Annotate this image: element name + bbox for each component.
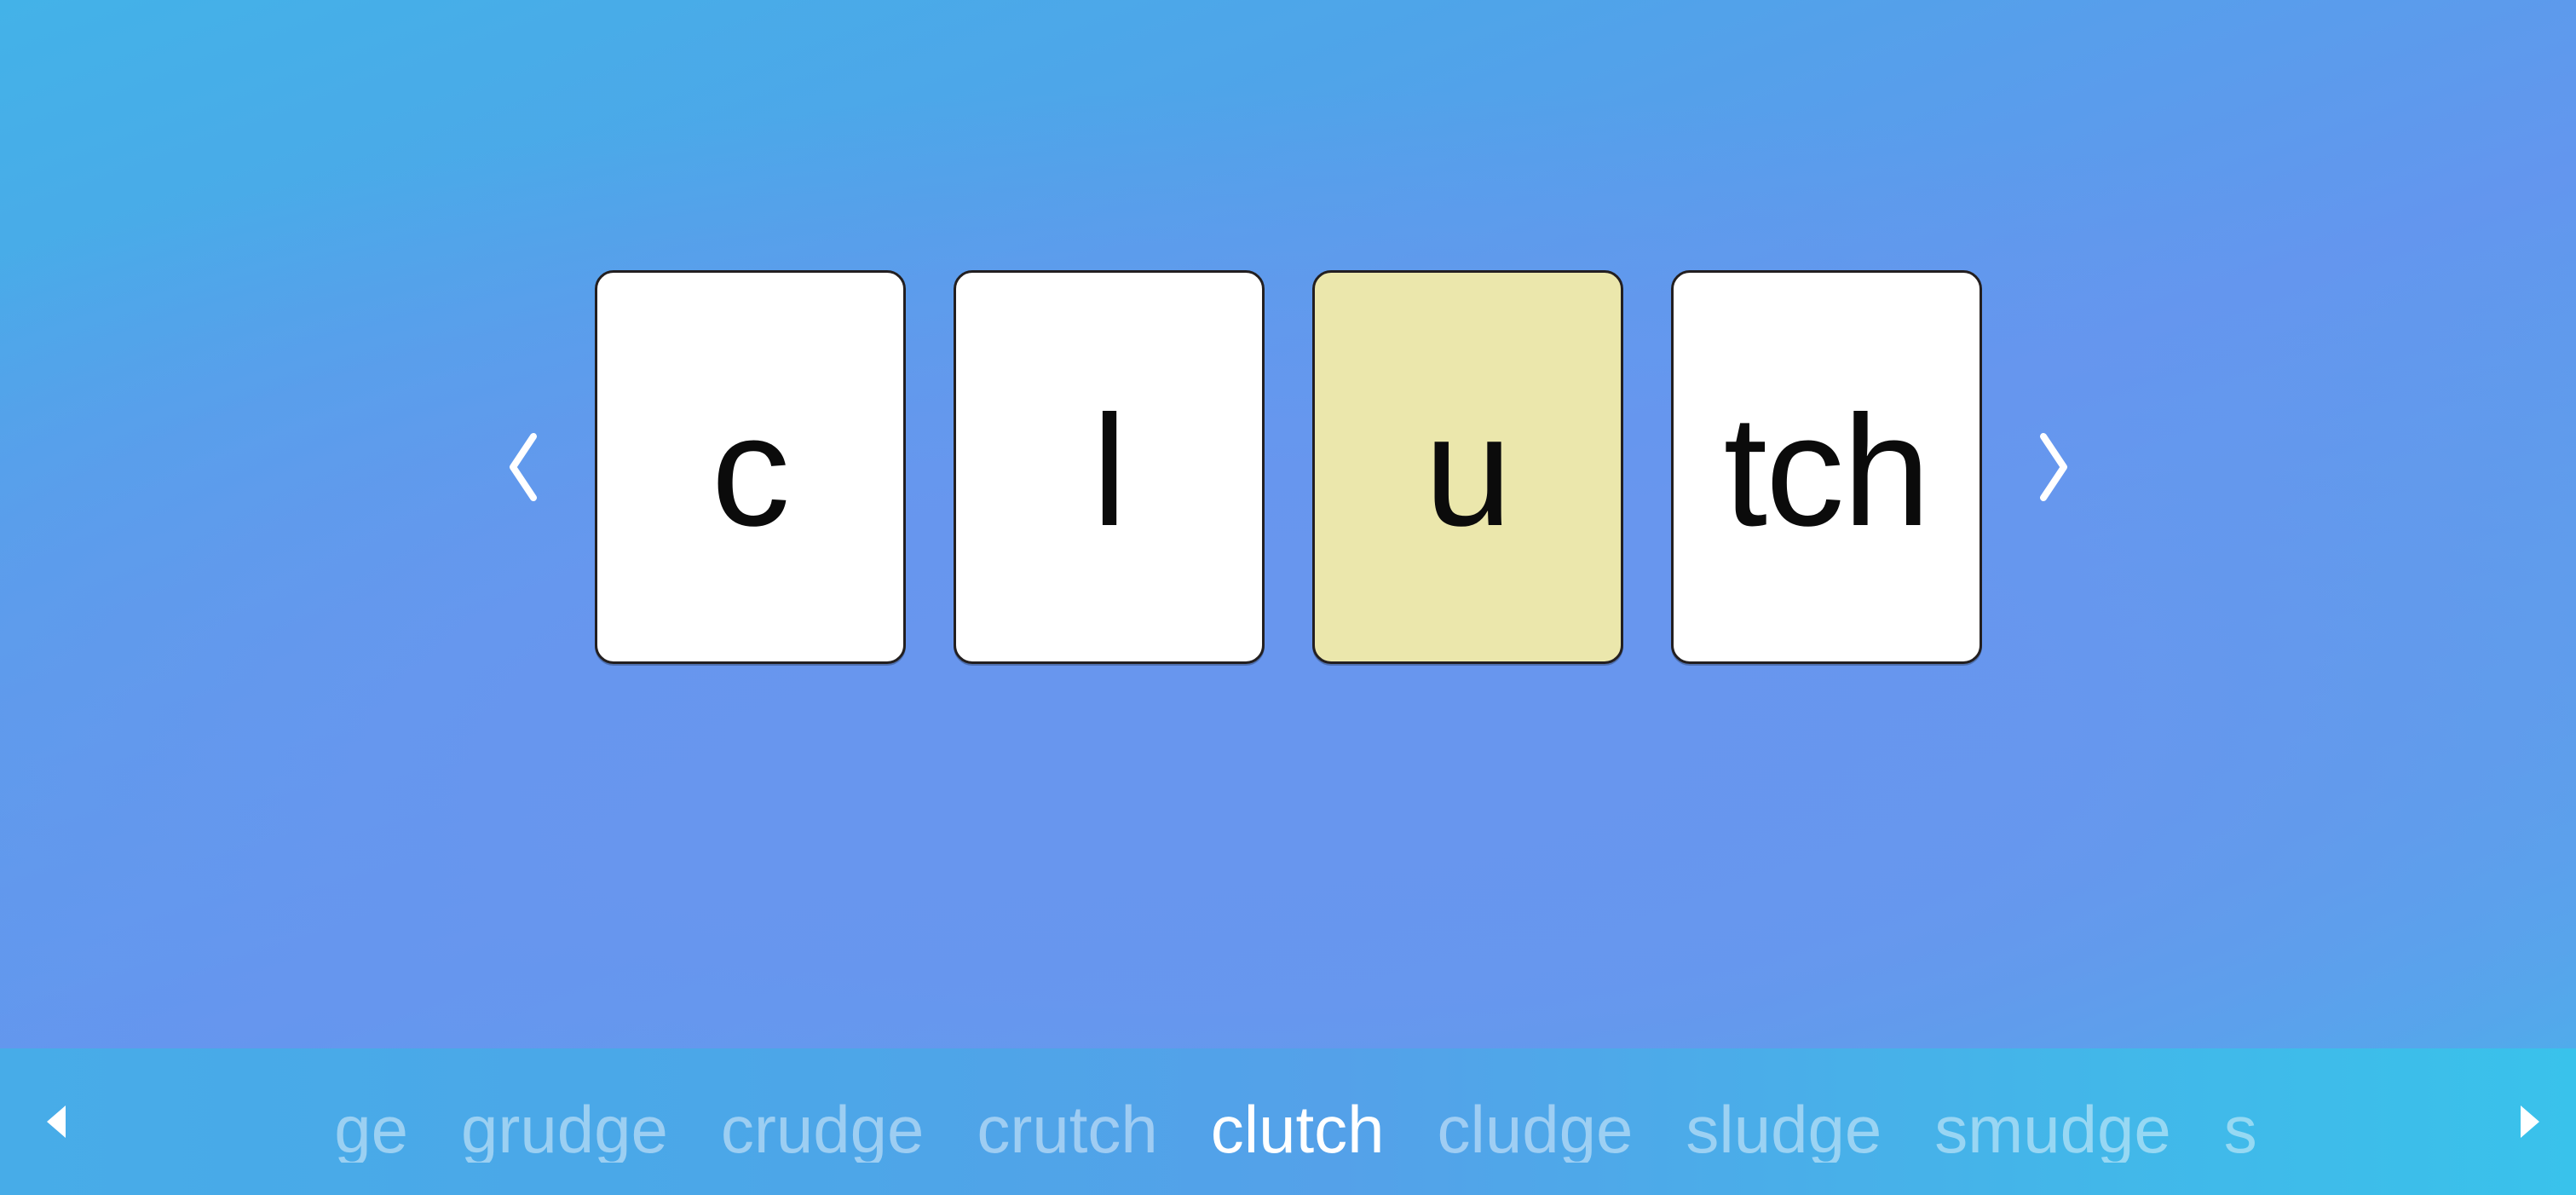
triangle-left-glyph (47, 1106, 66, 1138)
word-list-track: ge grudge crudge crutch clutch cludge sludge sm… (87, 1096, 2499, 1163)
letter-tile[interactable]: c (594, 270, 906, 664)
word-item[interactable]: grudge (461, 1096, 668, 1163)
triangle-right-glyph (2521, 1106, 2539, 1138)
word-item[interactable]: ge (334, 1096, 408, 1163)
letter-tile-stage: c l u tch (0, 270, 2576, 664)
letter-tile[interactable]: tch (1670, 270, 1982, 664)
word-list-ribbon: ge grudge crudge crutch clutch cludge sludge sm… (0, 1048, 2576, 1195)
word-item[interactable]: crudge (721, 1096, 925, 1163)
word-item[interactable]: s (2224, 1096, 2257, 1163)
word-item[interactable]: cludge (1438, 1096, 1634, 1163)
triangle-right-icon[interactable] (2499, 1106, 2561, 1138)
letter-tile-label: tch (1723, 384, 1931, 560)
letter-tile-label: u (1424, 384, 1513, 560)
word-item[interactable]: smudge (1934, 1096, 2171, 1163)
app-root: c l u tch ge grudge crudge crutch clutch cludge s… (0, 0, 2576, 1195)
word-item[interactable]: crutch (977, 1096, 1157, 1163)
triangle-left-icon[interactable] (26, 1106, 87, 1138)
letter-tile-group: c l u tch (594, 270, 1982, 664)
letter-tile[interactable]: u (1311, 270, 1623, 664)
chevron-right-icon[interactable] (2030, 426, 2076, 508)
word-item-active[interactable]: clutch (1211, 1096, 1385, 1163)
word-item[interactable]: sludge (1686, 1096, 1882, 1163)
letter-tile[interactable]: l (953, 270, 1265, 664)
letter-tile-label: c (711, 384, 790, 560)
chevron-left-icon[interactable] (501, 426, 547, 508)
letter-tile-label: l (1092, 384, 1127, 560)
